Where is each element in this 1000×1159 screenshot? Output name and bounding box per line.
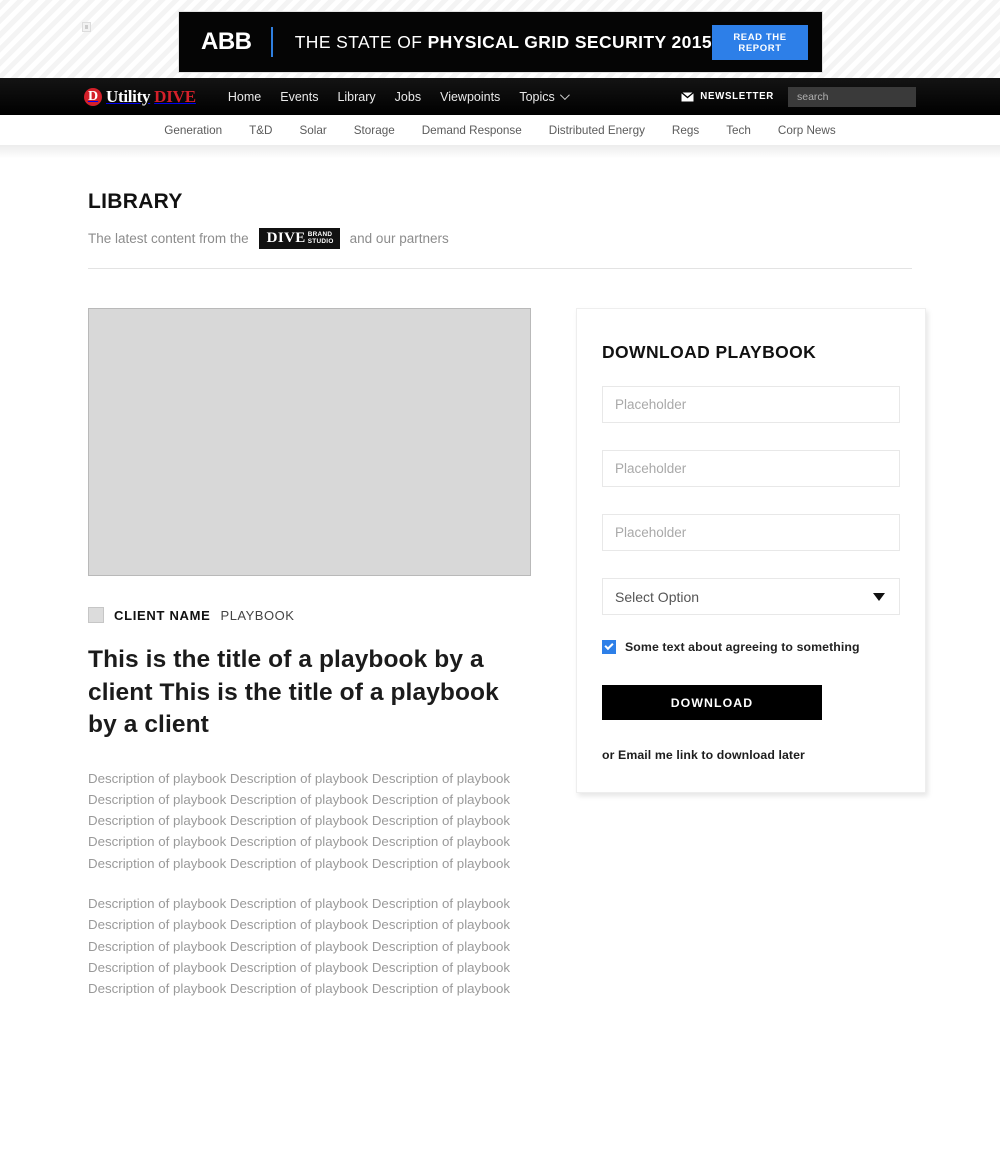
nav-item-label: Viewpoints: [440, 89, 501, 104]
form-title: DOWNLOAD PLAYBOOK: [602, 342, 817, 362]
page-body: LIBRARY The latest content from the DIVE…: [0, 190, 1000, 1018]
nav-links: Home Events Library Jobs Viewpoints Topi…: [228, 89, 570, 104]
logo-text-dive: DIVE: [154, 86, 196, 106]
form-column: DOWNLOAD PLAYBOOK Select Option Some tex…: [576, 308, 926, 793]
nav-item-label: Topics: [519, 89, 555, 104]
read-the-report-button[interactable]: READ THE REPORT: [712, 24, 808, 60]
caret-down-icon: [873, 592, 885, 601]
nav-item-label: Events: [280, 89, 319, 104]
form-field-3[interactable]: [602, 514, 900, 551]
page-subtitle-before: The latest content from the: [88, 231, 249, 246]
client-name: CLIENT NAME: [114, 607, 211, 623]
article-paragraph: Description of playbook Description of p…: [88, 895, 511, 997]
secondary-navigation: Generation T&D Solar Storage Demand Resp…: [0, 115, 1000, 145]
nav-item-label: Home: [227, 89, 262, 104]
download-form-card: DOWNLOAD PLAYBOOK Select Option Some tex…: [576, 308, 926, 793]
subnav-item-td[interactable]: T&D: [249, 124, 272, 137]
subnav-item-corp-news[interactable]: Corp News: [778, 124, 836, 137]
form-field-2[interactable]: [602, 450, 900, 487]
abb-logo: ABB: [201, 28, 252, 55]
page-subtitle: The latest content from the DIVE BRAND S…: [88, 228, 912, 249]
nav-item-viewpoints[interactable]: Viewpoints: [440, 90, 500, 104]
ad-headline: THE STATE OF PHYSICAL GRID SECURITY 2015: [295, 32, 712, 53]
subnav-item-regs[interactable]: Regs: [672, 124, 699, 137]
nav-item-home[interactable]: Home: [228, 90, 261, 104]
dive-brand-studio-logo[interactable]: DIVE BRAND STUDIO: [258, 228, 340, 249]
subnav-item-storage[interactable]: Storage: [354, 124, 395, 137]
chevron-down-icon: [559, 90, 570, 101]
dive-badge-stack: BRAND STUDIO: [307, 231, 334, 245]
article-body: Description of playbook Description of p…: [88, 768, 531, 1000]
envelope-icon: [681, 91, 695, 101]
download-button[interactable]: DOWNLOAD: [602, 685, 822, 720]
page-subtitle-after: and our partners: [349, 231, 449, 246]
section-divider: [88, 268, 912, 269]
abb-logo-text: ABB: [201, 28, 252, 55]
consent-checkbox[interactable]: [602, 640, 616, 654]
header-shadow: [0, 145, 1000, 161]
client-meta-row: CLIENT NAME PLAYBOOK: [88, 607, 531, 623]
form-select-value: Select Option: [615, 588, 700, 605]
subnav-item-demand-response[interactable]: Demand Response: [422, 124, 522, 137]
client-logo-placeholder-icon: [88, 607, 104, 623]
newsletter-link[interactable]: NEWSLETTER: [681, 91, 774, 102]
subnav-item-distributed-energy[interactable]: Distributed Energy: [549, 124, 645, 137]
nav-item-library[interactable]: Library: [337, 90, 375, 104]
article-column: CLIENT NAME PLAYBOOK This is the title o…: [88, 308, 531, 1018]
ad-divider: [270, 27, 273, 57]
search-input[interactable]: [795, 89, 934, 104]
primary-navigation: D Utility DIVE Home Events Library Jobs …: [0, 78, 1000, 115]
content-type-label: PLAYBOOK: [220, 607, 295, 623]
ad-headline-prefix: THE STATE OF: [294, 31, 428, 52]
email-link-later[interactable]: or Email me link to download later: [602, 748, 900, 762]
newsletter-label: NEWSLETTER: [700, 91, 774, 102]
subnav-item-generation[interactable]: Generation: [164, 124, 222, 137]
consent-row: Some text about agreeing to something: [602, 640, 900, 654]
form-select-option[interactable]: Select Option: [602, 578, 900, 615]
nav-item-events[interactable]: Events: [280, 90, 318, 104]
article-title: This is the title of a playbook by a cli…: [88, 646, 499, 738]
nav-item-topics[interactable]: Topics: [519, 89, 570, 104]
content-columns: CLIENT NAME PLAYBOOK This is the title o…: [88, 308, 926, 1018]
subnav-item-tech[interactable]: Tech: [726, 124, 751, 137]
article-paragraph: Description of playbook Description of p…: [88, 770, 511, 871]
logo-text-utility: Utility: [106, 86, 151, 106]
nav-item-jobs[interactable]: Jobs: [395, 90, 421, 104]
page-title: LIBRARY: [88, 190, 183, 213]
leaderboard-ad[interactable]: ABB THE STATE OF PHYSICAL GRID SECURITY …: [178, 11, 823, 73]
nav-item-label: Library: [337, 89, 376, 104]
broken-image-icon: [82, 22, 91, 32]
site-logo[interactable]: D Utility DIVE: [84, 87, 196, 107]
dive-badge-line2: STUDIO: [307, 237, 334, 245]
ad-backdrop: ABB THE STATE OF PHYSICAL GRID SECURITY …: [0, 0, 1000, 78]
dive-badge-word: DIVE: [266, 230, 306, 246]
playbook-cover-image[interactable]: [88, 308, 531, 576]
nav-utilities: NEWSLETTER: [681, 86, 934, 107]
logo-mark-icon: D: [84, 87, 102, 106]
search-box[interactable]: [788, 86, 934, 107]
nav-item-label: Jobs: [394, 89, 422, 104]
consent-label: Some text about agreeing to something: [625, 640, 860, 654]
form-field-1[interactable]: [602, 386, 900, 423]
subnav-item-solar[interactable]: Solar: [299, 124, 326, 137]
ad-headline-bold: PHYSICAL GRID SECURITY 2015: [427, 31, 713, 52]
